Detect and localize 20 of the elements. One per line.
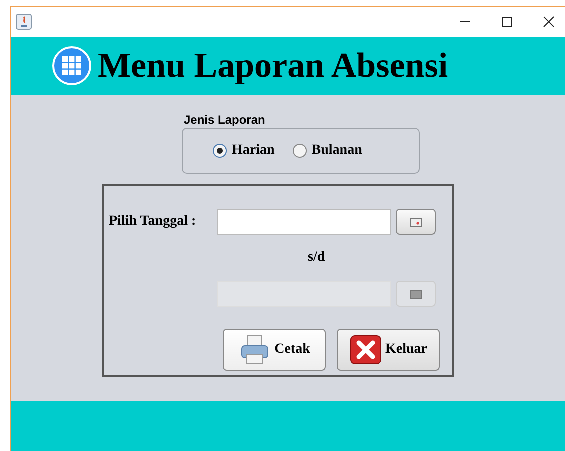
print-button[interactable]: Cetak xyxy=(223,329,326,371)
group-label: Jenis Laporan xyxy=(184,113,266,127)
date-field[interactable] xyxy=(217,209,391,235)
calendar-icon xyxy=(410,218,422,226)
printer-icon xyxy=(238,334,271,366)
radio-option[interactable]: Bulanan xyxy=(292,143,362,159)
close-x-icon xyxy=(350,334,382,366)
app-icon xyxy=(16,14,32,30)
calendar-button[interactable] xyxy=(396,209,436,235)
field-label: Pilih Tanggal : xyxy=(108,214,198,230)
radio-button[interactable] xyxy=(292,144,307,158)
grid-menu-icon xyxy=(52,46,92,86)
exit-button[interactable]: Keluar xyxy=(337,329,440,371)
close-icon[interactable] xyxy=(543,16,555,28)
radio-button[interactable] xyxy=(213,144,227,158)
calendar-icon xyxy=(410,290,422,298)
header-title: Menu Laporan Absensi xyxy=(98,46,448,86)
separator-text: s/d xyxy=(308,250,326,266)
radio-option[interactable]: Harian xyxy=(213,143,275,159)
maximize-icon[interactable] xyxy=(501,16,513,28)
